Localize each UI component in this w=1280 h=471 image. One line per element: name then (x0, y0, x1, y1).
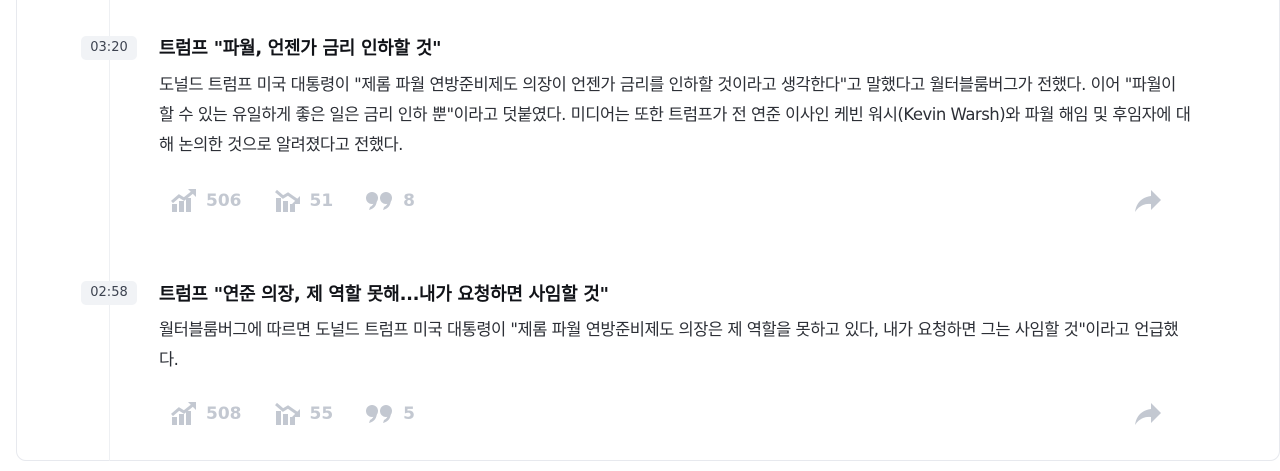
bullish-count: 506 (206, 191, 242, 211)
bullish-button[interactable]: 508 (170, 401, 242, 427)
bullish-count: 508 (206, 404, 242, 424)
bearish-count: 55 (309, 404, 334, 424)
bearish-button[interactable]: 51 (274, 188, 334, 214)
share-arrow-icon (1135, 403, 1161, 425)
quote-icon (366, 405, 393, 423)
news-title[interactable]: 트럼프 "연준 의장, 제 역할 못해...내가 요청하면 사임할 것" (159, 280, 609, 306)
news-body: 월터블룸버그에 따르면 도널드 트럼프 미국 대통령이 "제롬 파월 연방준비제… (159, 320, 1179, 369)
time-badge: 02:58 (81, 281, 137, 305)
quote-icon (366, 192, 393, 210)
bearish-button[interactable]: 55 (274, 401, 334, 427)
trend-down-icon (274, 189, 300, 212)
comment-button[interactable]: 8 (365, 190, 415, 212)
share-arrow-icon (1135, 190, 1161, 212)
comment-button[interactable]: 5 (365, 403, 415, 425)
timeline-line (109, 0, 110, 461)
time-badge: 03:20 (81, 36, 137, 60)
trend-down-icon (274, 402, 300, 425)
news-actions: 506 51 8 (170, 186, 447, 216)
trend-up-icon (171, 189, 196, 212)
news-actions: 508 55 5 (170, 399, 447, 429)
news-body: 도널드 트럼프 미국 대통령이 "제롬 파월 연방준비제도 의장이 언젠가 금리… (159, 75, 1191, 154)
trend-up-icon (171, 402, 196, 425)
bullish-button[interactable]: 506 (170, 188, 242, 214)
share-button[interactable] (1133, 401, 1163, 431)
bearish-count: 51 (309, 191, 334, 211)
comment-count: 8 (403, 191, 416, 211)
share-button[interactable] (1133, 188, 1163, 218)
news-title[interactable]: 트럼프 "파월, 언젠가 금리 인하할 것" (159, 34, 441, 60)
comment-count: 5 (403, 404, 416, 424)
